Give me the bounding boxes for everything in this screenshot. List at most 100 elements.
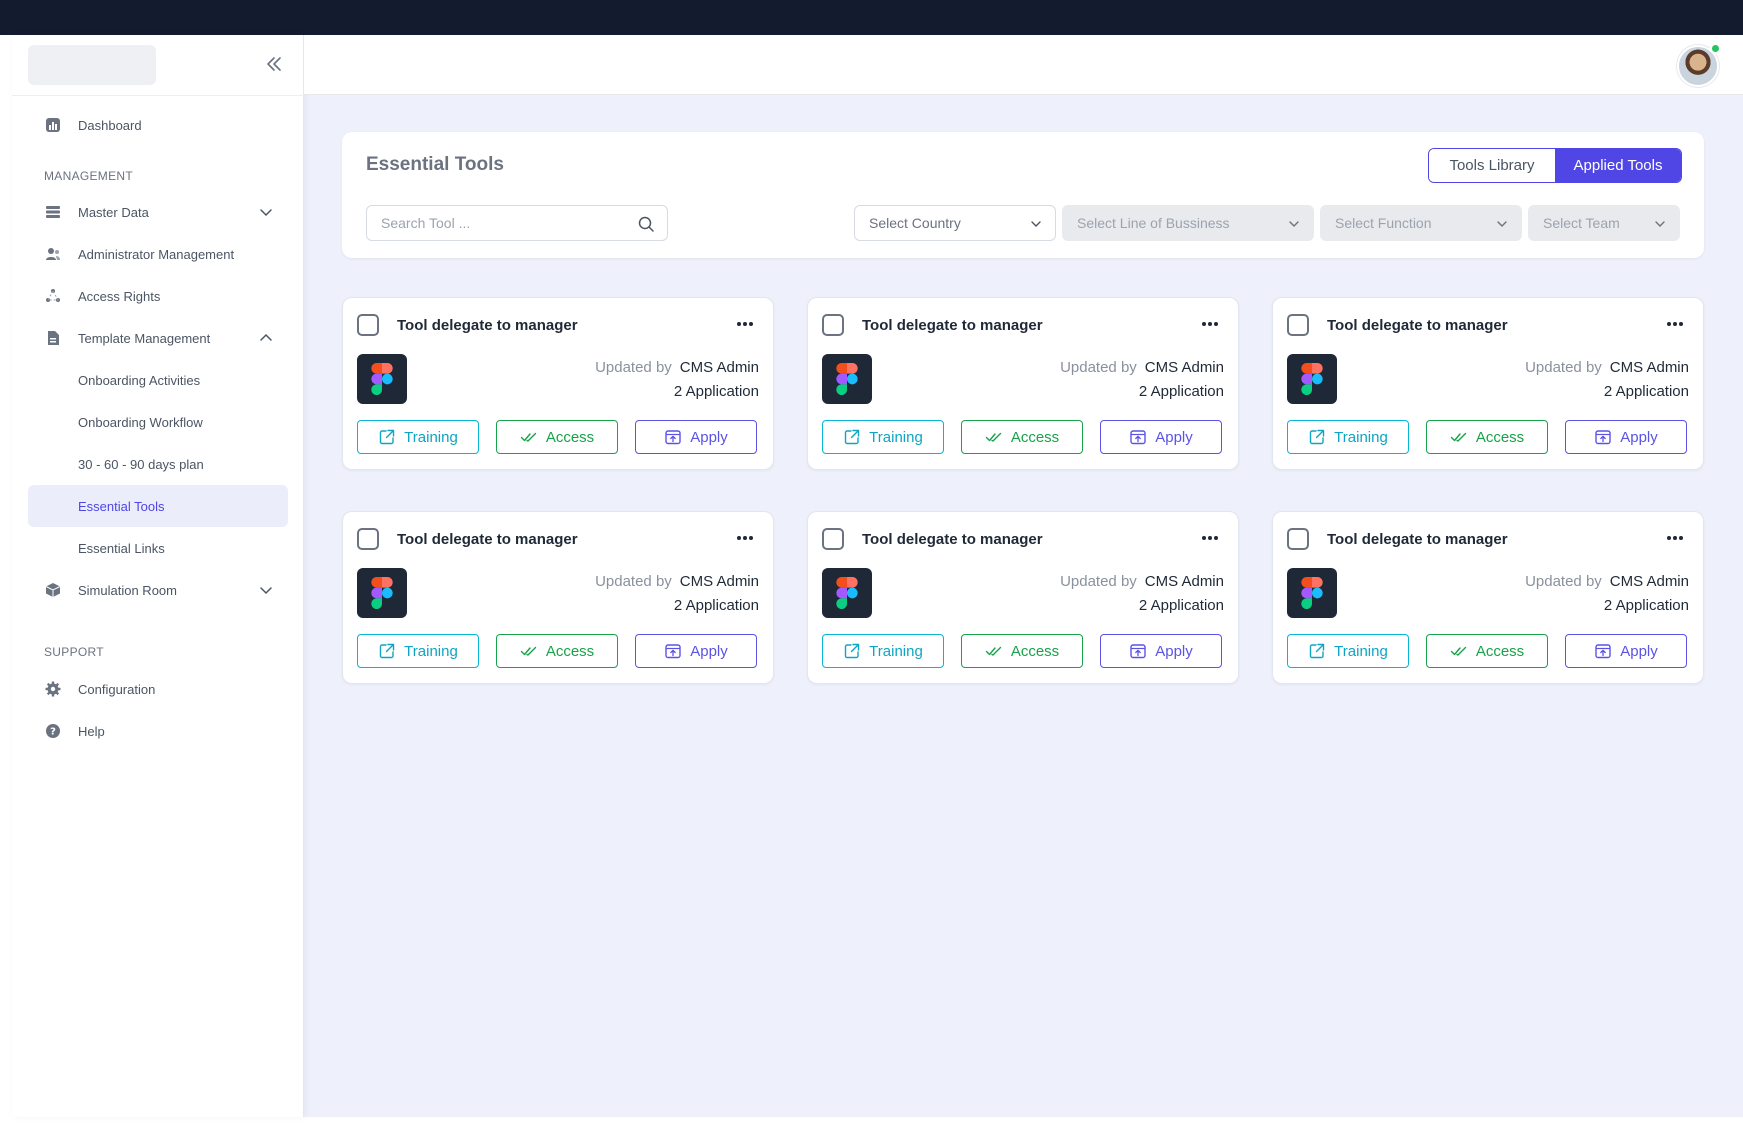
tool-title: Tool delegate to manager (1327, 317, 1508, 334)
access-button[interactable]: Access (1426, 420, 1548, 454)
tool-title: Tool delegate to manager (397, 317, 578, 334)
more-options-icon[interactable] (1198, 314, 1222, 334)
training-button[interactable]: Training (357, 634, 479, 668)
training-button-label: Training (869, 428, 923, 446)
updated-by-value: CMS Admin (679, 359, 759, 376)
access-button[interactable]: Access (496, 634, 618, 668)
logo-placeholder (28, 45, 156, 85)
access-button-label: Access (545, 428, 595, 446)
tool-select-checkbox[interactable] (822, 314, 844, 336)
sidebar-item-template-management[interactable]: Template Management (28, 317, 288, 359)
figma-logo-icon (357, 354, 407, 404)
updated-by-info: Updated by CMS Admin (1060, 359, 1224, 376)
double-check-icon (985, 428, 1003, 446)
select-line-of-business[interactable]: Select Line of Bussiness (1062, 205, 1314, 241)
chevron-up-icon (258, 330, 274, 346)
updated-by-value: CMS Admin (1144, 573, 1224, 590)
select-team[interactable]: Select Team (1528, 205, 1680, 241)
tool-card: Tool delegate to manager Updated by CMS A… (342, 511, 774, 684)
sidebar-subitem-30-60-90-days-plan[interactable]: 30 - 60 - 90 days plan (28, 443, 288, 485)
double-check-icon (520, 642, 538, 660)
training-button[interactable]: Training (357, 420, 479, 454)
sidebar-item-administrator-management[interactable]: Administrator Management (28, 233, 288, 275)
updated-by-info: Updated by CMS Admin (1525, 359, 1689, 376)
sidebar-subitem-onboarding-workflow[interactable]: Onboarding Workflow (28, 401, 288, 443)
tab-tools-library[interactable]: Tools Library (1429, 149, 1555, 182)
sidebar-item-master-data[interactable]: Master Data (28, 191, 288, 233)
updated-by-value: CMS Admin (1609, 359, 1689, 376)
updated-by-label: Updated by (595, 573, 672, 590)
access-button-label: Access (1475, 428, 1525, 446)
more-options-icon[interactable] (1663, 314, 1687, 334)
tool-select-checkbox[interactable] (822, 528, 844, 550)
sidebar-item-access-rights[interactable]: Access Rights (28, 275, 288, 317)
users-icon (44, 245, 62, 263)
training-button[interactable]: Training (822, 420, 944, 454)
training-button[interactable]: Training (1287, 420, 1409, 454)
upload-icon (1594, 428, 1612, 446)
sidebar-item-help[interactable]: ? Help (28, 710, 288, 752)
tools-view-toggle: Tools Library Applied Tools (1428, 148, 1682, 183)
search-icon[interactable] (637, 215, 655, 233)
select-country[interactable]: Select Country (854, 205, 1056, 241)
updated-by-info: Updated by CMS Admin (1525, 573, 1689, 590)
sidebar-subitem-essential-tools[interactable]: Essential Tools (28, 485, 288, 527)
sidebar-item-dashboard[interactable]: Dashboard (28, 104, 288, 146)
sidebar-divider (12, 95, 304, 96)
tool-select-checkbox[interactable] (1287, 314, 1309, 336)
apply-button[interactable]: Apply (635, 634, 757, 668)
apply-button-label: Apply (1155, 428, 1193, 446)
tab-applied-tools[interactable]: Applied Tools (1555, 149, 1681, 182)
sidebar-item-label: Administrator Management (78, 246, 235, 262)
training-button[interactable]: Training (1287, 634, 1409, 668)
select-team-label: Select Team (1543, 215, 1620, 231)
tool-select-checkbox[interactable] (357, 528, 379, 550)
apply-button[interactable]: Apply (635, 420, 757, 454)
more-options-icon[interactable] (1198, 528, 1222, 548)
training-button[interactable]: Training (822, 634, 944, 668)
select-function[interactable]: Select Function (1320, 205, 1522, 241)
access-button-label: Access (1010, 642, 1060, 660)
more-options-icon[interactable] (733, 314, 757, 334)
tool-select-checkbox[interactable] (357, 314, 379, 336)
more-options-icon[interactable] (733, 528, 757, 548)
tool-card: Tool delegate to manager Updated by CMS A… (1272, 297, 1704, 470)
sidebar-subitem-onboarding-activities[interactable]: Onboarding Activities (28, 359, 288, 401)
sidebar-subitem-label: Essential Tools (78, 498, 165, 514)
training-button-label: Training (869, 642, 923, 660)
apply-button[interactable]: Apply (1100, 420, 1222, 454)
access-button-label: Access (545, 642, 595, 660)
access-button[interactable]: Access (961, 420, 1083, 454)
more-options-icon[interactable] (1663, 528, 1687, 548)
search-input[interactable]: Search Tool ... (366, 205, 668, 241)
application-count: 2 Application (1138, 383, 1224, 400)
updated-by-value: CMS Admin (1144, 359, 1224, 376)
figma-logo-icon (1287, 568, 1337, 618)
access-button[interactable]: Access (961, 634, 1083, 668)
updated-by-info: Updated by CMS Admin (595, 573, 759, 590)
apply-button-label: Apply (1620, 642, 1658, 660)
sidebar-subitem-essential-links[interactable]: Essential Links (28, 527, 288, 569)
application-count: 2 Application (673, 597, 759, 614)
external-link-icon (378, 428, 396, 446)
cube-icon (44, 581, 62, 599)
collapse-sidebar-icon[interactable] (264, 53, 286, 75)
apply-button[interactable]: Apply (1565, 420, 1687, 454)
figma-logo-icon (822, 354, 872, 404)
figma-logo-icon (1287, 354, 1337, 404)
sidebar-item-configuration[interactable]: Configuration (28, 668, 288, 710)
window-top-bar (0, 0, 1743, 35)
access-button[interactable]: Access (1426, 634, 1548, 668)
tool-select-checkbox[interactable] (1287, 528, 1309, 550)
apply-button[interactable]: Apply (1100, 634, 1222, 668)
upload-icon (1129, 642, 1147, 660)
apply-button[interactable]: Apply (1565, 634, 1687, 668)
external-link-icon (378, 642, 396, 660)
apply-button-label: Apply (690, 642, 728, 660)
sidebar-item-simulation-room[interactable]: Simulation Room (28, 569, 288, 611)
upload-icon (1129, 428, 1147, 446)
access-button[interactable]: Access (496, 420, 618, 454)
sidebar-item-label: Help (78, 723, 105, 739)
tool-title: Tool delegate to manager (397, 531, 578, 548)
access-button-label: Access (1475, 642, 1525, 660)
